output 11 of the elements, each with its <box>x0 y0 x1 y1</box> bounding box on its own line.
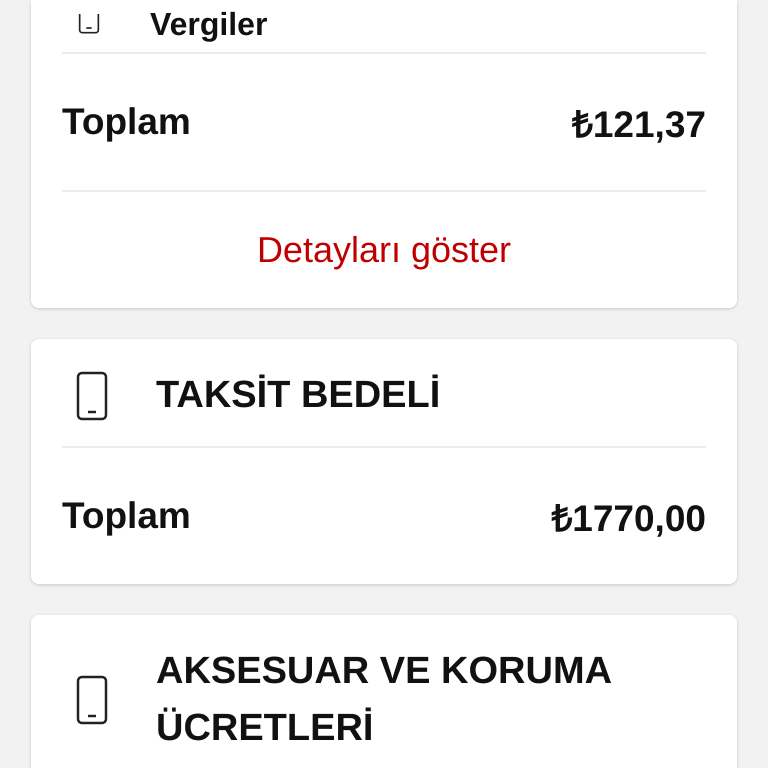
section-title: TAKSİT BEDELİ <box>156 373 442 418</box>
section-title: Vergiler <box>150 5 268 44</box>
section-title: AKSESUAR VE KORUMA ÜCRETLERİ <box>156 649 612 751</box>
total-label: Toplam <box>62 495 191 537</box>
phone-icon <box>76 675 108 725</box>
phone-icon <box>76 370 108 420</box>
total-value: ₺121,37 <box>572 102 706 146</box>
total-label: Toplam <box>62 101 191 143</box>
total-value: ₺1770,00 <box>551 496 706 540</box>
details-link[interactable]: Detayları göster <box>256 229 512 271</box>
phone-icon <box>76 14 102 34</box>
